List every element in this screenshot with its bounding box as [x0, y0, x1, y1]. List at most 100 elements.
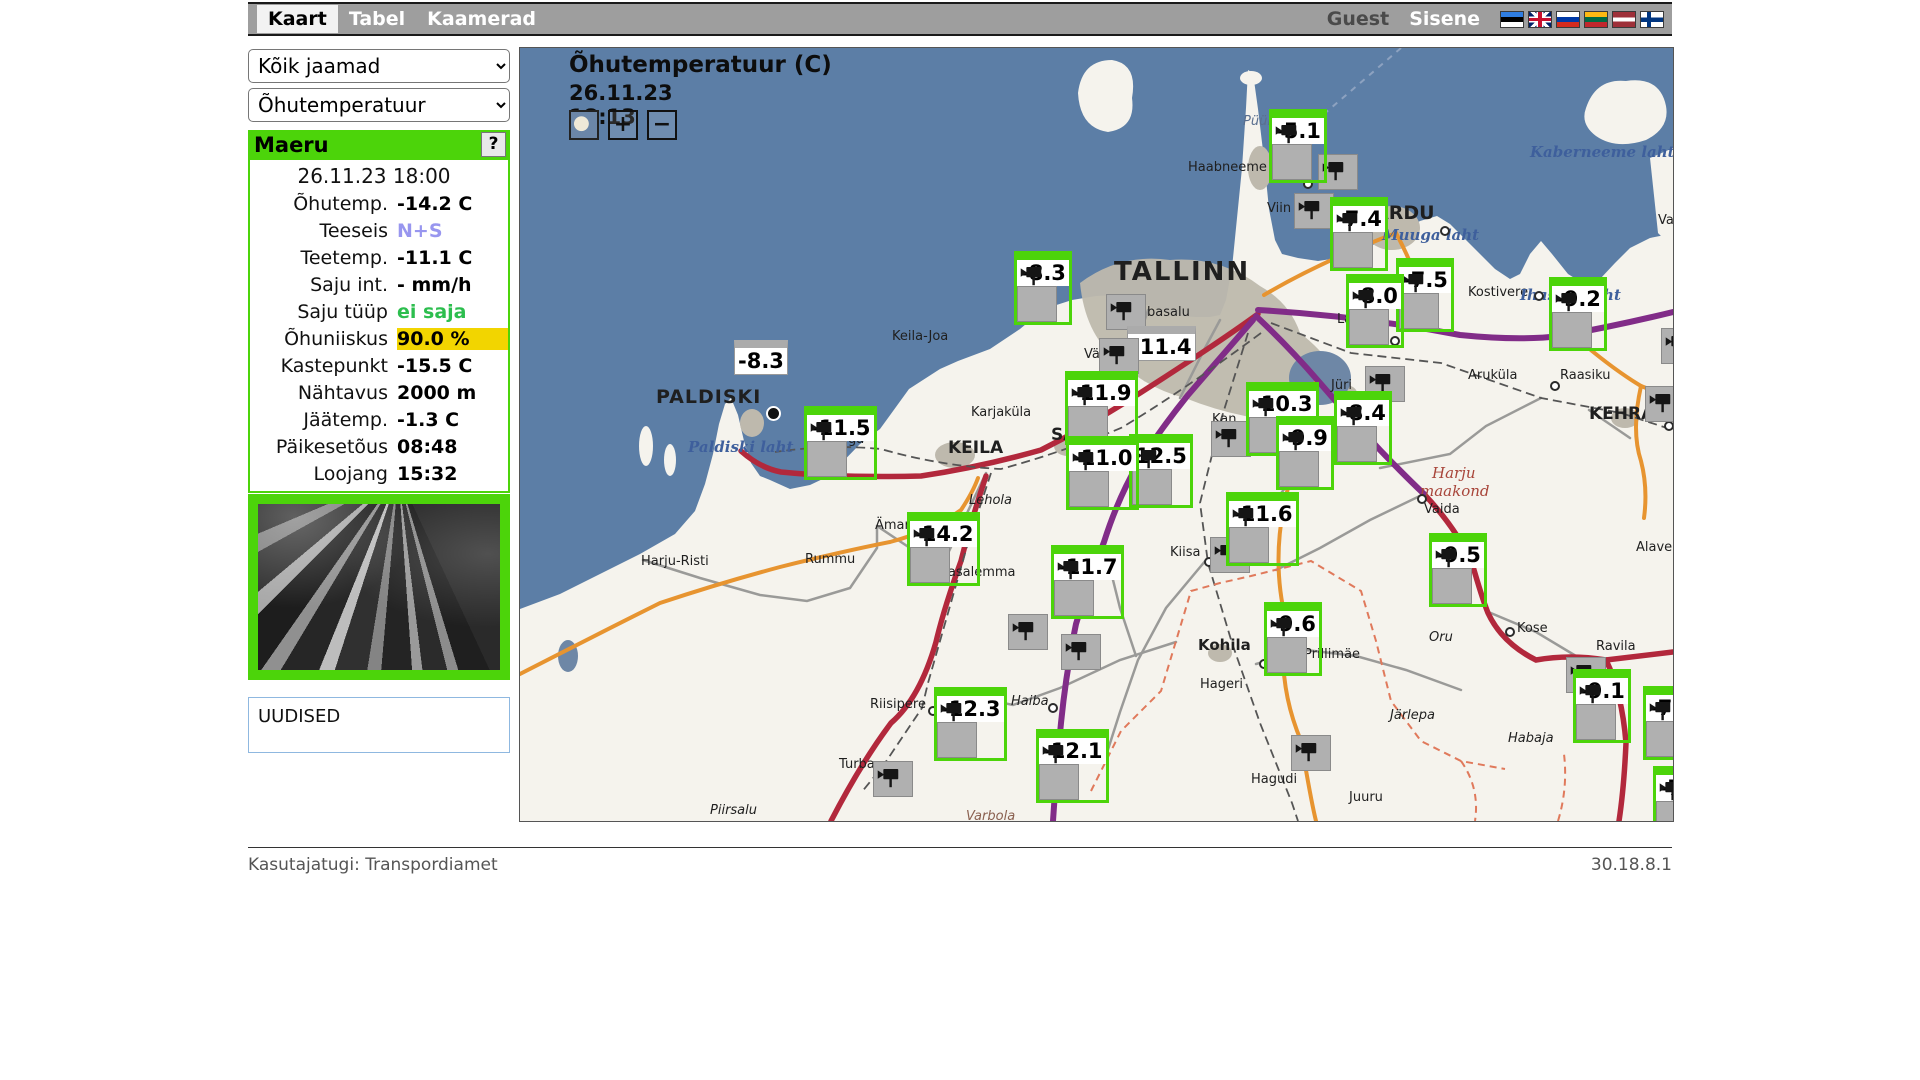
camera-icon[interactable]	[1333, 232, 1373, 268]
station-data-row: Jäätemp. -1.3 C	[250, 406, 508, 433]
camera-icon[interactable]	[1552, 312, 1592, 348]
top-navigation-bar: KaartTabelKaamerad Guest Sisene	[248, 2, 1672, 36]
row-value: 90.0 %	[397, 328, 508, 350]
station-marker[interactable]: -8.3	[1014, 251, 1072, 325]
station-marker[interactable]: -7.4	[1330, 197, 1388, 271]
zoom-out-button[interactable]: −	[647, 110, 677, 140]
camera-icon[interactable]	[1291, 735, 1331, 771]
camera-icon[interactable]	[1294, 193, 1334, 229]
camera-icon[interactable]	[1432, 568, 1472, 604]
camera-icon[interactable]	[807, 441, 847, 477]
station-marker[interactable]: -12.3	[934, 687, 1007, 761]
station-marker[interactable]: -12.1	[1036, 729, 1109, 803]
station-marker[interactable]: -7.	[1643, 686, 1674, 760]
camera-icon[interactable]	[1106, 294, 1146, 330]
camera-icon[interactable]	[1054, 580, 1094, 616]
station-marker[interactable]: -9.6	[1264, 602, 1322, 676]
login-link[interactable]: Sisene	[1409, 8, 1480, 30]
town-label: Haabneeme	[1188, 160, 1267, 175]
flag-finland-icon[interactable]	[1640, 11, 1664, 28]
station-marker[interactable]: -11.6	[1226, 492, 1299, 566]
help-button[interactable]: ?	[481, 132, 506, 157]
zoom-in-button[interactable]: +	[608, 110, 638, 140]
station-select[interactable]: Kõik jaamad	[248, 49, 510, 83]
town-label: Turba	[839, 757, 875, 772]
town-ring-icon	[1440, 226, 1450, 236]
station-marker[interactable]: -11.0	[1066, 436, 1139, 510]
camera-icon[interactable]	[1576, 704, 1616, 740]
row-value: -1.3 C	[397, 409, 508, 431]
footer: Kasutajatugi: Transpordiamet 30.18.8.1	[248, 847, 1672, 875]
camera-icon[interactable]	[1229, 527, 1269, 563]
station-marker[interactable]: -5.1	[1269, 109, 1327, 183]
camera-icon[interactable]	[1656, 801, 1674, 822]
flag-latvia-icon[interactable]	[1612, 11, 1636, 28]
row-label: Jäätemp.	[250, 409, 388, 431]
camera-icon[interactable]	[1337, 426, 1377, 462]
station-marker[interactable]: -9.2	[1549, 277, 1607, 351]
station-marker[interactable]: -11.5	[804, 406, 877, 480]
camera-icon[interactable]	[1017, 286, 1057, 322]
station-data-row: Nähtavus2000 m	[250, 379, 508, 406]
station-marker[interactable]: -9.5	[1429, 533, 1487, 607]
town-label: Hagudi	[1251, 772, 1297, 787]
station-marker[interactable]: -14.2	[907, 512, 980, 586]
station-marker[interactable]: -9.1	[1573, 669, 1631, 743]
water-label: Paldiski laht	[688, 438, 794, 456]
camera-icon[interactable]	[1099, 338, 1139, 374]
station-marker[interactable]: -11.9	[1065, 371, 1138, 445]
station-marker[interactable]: 12.5	[1129, 434, 1193, 508]
town-label: Riisipere	[870, 697, 926, 712]
station-data-row: Loojang15:32	[250, 460, 508, 487]
road-camera-frame[interactable]	[248, 494, 510, 680]
row-value: -11.1 C	[397, 247, 508, 269]
camera-icon[interactable]	[1279, 451, 1319, 487]
station-marker[interactable]: -8.3	[734, 340, 788, 375]
flag-lithuania-icon[interactable]	[1584, 11, 1608, 28]
station-data-row: Õhutemp.-14.2 C	[250, 190, 508, 217]
camera-icon[interactable]	[1272, 144, 1312, 180]
station-marker[interactable]: -9.9	[1276, 416, 1334, 490]
flag-estonia-icon[interactable]	[1500, 11, 1524, 28]
flag-russia-icon[interactable]	[1556, 11, 1580, 28]
sidebar: Kõik jaamad Õhutemperatuur Maeru ? 26.11…	[248, 49, 510, 753]
tab-kaamerad[interactable]: Kaamerad	[416, 5, 547, 33]
camera-icon[interactable]	[873, 761, 913, 797]
camera-icon[interactable]	[1039, 764, 1079, 800]
station-marker[interactable]: -8.4	[1334, 391, 1392, 465]
tab-kaart[interactable]: Kaart	[257, 5, 338, 33]
camera-icon[interactable]	[1399, 293, 1439, 329]
station-marker[interactable]: -11.7	[1051, 545, 1124, 619]
row-label: Teeseis	[250, 220, 388, 242]
town-label: PALDISKI	[656, 386, 761, 408]
overview-map-button[interactable]	[569, 110, 599, 140]
station-marker[interactable]: -8.0	[1346, 274, 1404, 348]
support-label: Kasutajatugi: Transpordiamet	[248, 855, 498, 875]
town-label: Juuru	[1349, 790, 1383, 805]
station-marker[interactable]: -11.4	[1127, 326, 1196, 361]
map[interactable]: TALLINNPALDISKIKEILASAUEKEHRAARDUKohilaH…	[519, 47, 1674, 822]
region-label: maakond	[1420, 482, 1490, 500]
row-value: -15.5 C	[397, 355, 508, 377]
camera-icon[interactable]	[937, 722, 977, 758]
tab-tabel[interactable]: Tabel	[338, 5, 416, 33]
road-camera-image	[258, 504, 500, 670]
town-ring-icon	[1048, 703, 1058, 713]
town-ring-icon	[1534, 291, 1544, 301]
flag-uk-icon[interactable]	[1528, 11, 1552, 28]
camera-icon[interactable]	[1008, 614, 1048, 650]
camera-icon[interactable]	[1349, 309, 1389, 345]
station-marker[interactable]: -7.5	[1396, 258, 1454, 332]
station-marker[interactable]: -7	[1653, 766, 1674, 822]
camera-icon[interactable]	[1267, 637, 1307, 673]
camera-icon[interactable]	[1661, 328, 1674, 364]
camera-icon[interactable]	[1645, 386, 1674, 422]
camera-icon[interactable]	[1211, 421, 1251, 457]
camera-icon[interactable]	[1646, 721, 1674, 757]
layer-select[interactable]: Õhutemperatuur	[248, 88, 510, 122]
camera-icon[interactable]	[1061, 634, 1101, 670]
town-label: Viin	[1267, 201, 1291, 216]
camera-icon[interactable]	[1069, 471, 1109, 507]
town-label: Piirsalu	[710, 803, 757, 818]
camera-icon[interactable]	[910, 547, 950, 583]
